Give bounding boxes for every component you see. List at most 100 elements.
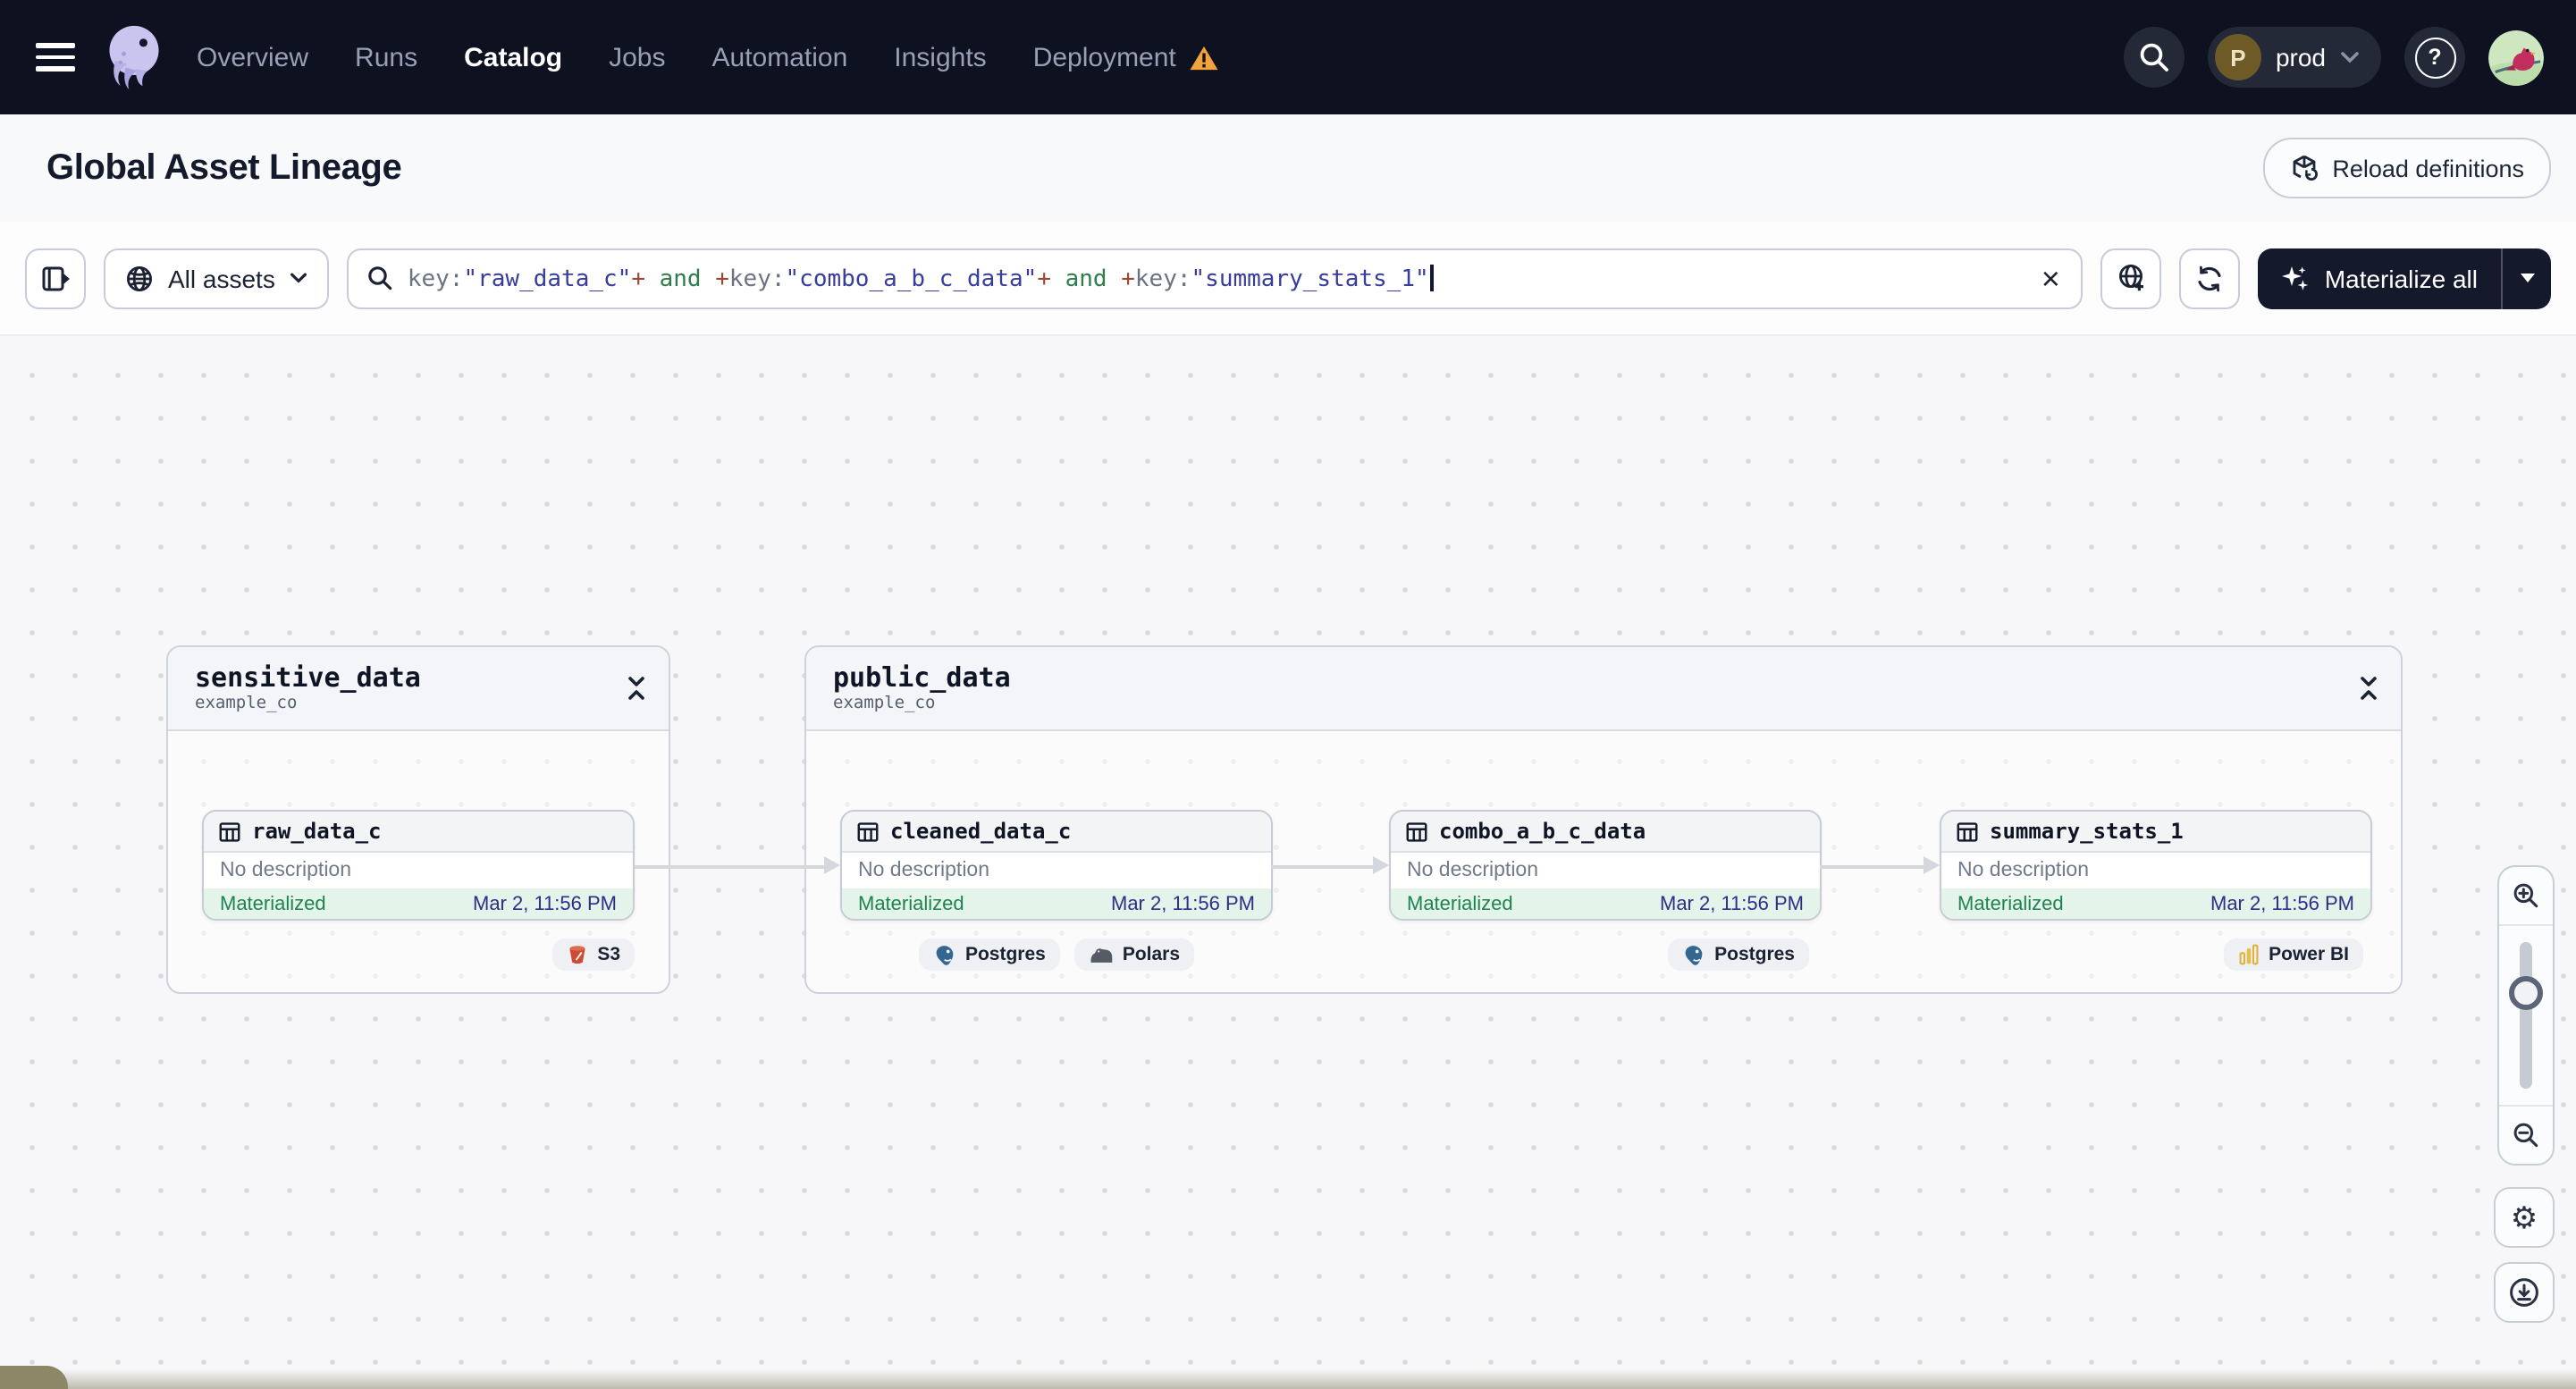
lineage-toolbar: All assets key:"raw_data_c"+ and +key:"c… xyxy=(0,222,2576,336)
asset-tags-summary_stats_1: Power BI xyxy=(1940,939,2372,971)
toggle-sidebar-button[interactable] xyxy=(25,248,86,308)
tag-badge-power-bi: Power BI xyxy=(2224,939,2363,971)
asset-node-combo_a_b_c_data[interactable]: combo_a_b_c_data No description Materializ… xyxy=(1389,810,1822,921)
materialize-all-button[interactable]: Materialize all xyxy=(2259,248,2501,308)
chevron-down-icon xyxy=(290,273,307,283)
search-icon xyxy=(368,266,392,290)
dagster-logo[interactable] xyxy=(100,21,168,93)
asset-description: No description xyxy=(204,853,633,888)
query-token: key: xyxy=(1134,265,1191,292)
query-token: and xyxy=(644,265,716,292)
group-location: example_co xyxy=(833,694,936,714)
table-icon xyxy=(1956,820,1979,843)
page-header: Global Asset Lineage Reload definitions xyxy=(0,114,2576,223)
tag-badge-s3: S3 xyxy=(552,939,635,971)
user-avatar[interactable] xyxy=(2488,29,2544,85)
query-token: "raw_data_c" xyxy=(463,265,632,292)
group-header[interactable]: sensitive_data example_co xyxy=(168,647,669,731)
group-name: public_data xyxy=(833,661,1011,694)
asset-node-cleaned_data_c[interactable]: cleaned_data_c No description Materialized… xyxy=(840,810,1273,921)
zoom-out-button[interactable] xyxy=(2499,1107,2553,1164)
deployment-switcher[interactable]: P prod xyxy=(2207,27,2381,88)
zoom-in-button[interactable] xyxy=(2499,867,2553,924)
lineage-edge-arrowhead xyxy=(1373,856,1389,874)
dagster-app: Overview Runs Catalog Jobs Automation Insight… xyxy=(0,0,2576,1389)
asset-materialized-time: Mar 2, 11:56 PM xyxy=(2210,894,2354,915)
query-token: key: xyxy=(407,265,464,292)
query-token: + xyxy=(631,265,645,292)
power-bi-icon xyxy=(2238,944,2260,965)
asset-status-row: Materialized Mar 2, 11:56 PM xyxy=(1391,888,1820,919)
download-icon xyxy=(2510,1278,2538,1307)
lineage-edge xyxy=(635,864,826,868)
zoom-slider-thumb[interactable] xyxy=(2509,976,2543,1010)
globe-plus-icon xyxy=(2118,264,2143,291)
nav-item-insights[interactable]: Insights xyxy=(894,42,986,72)
help-icon[interactable]: ? xyxy=(2404,27,2465,88)
asset-search-input[interactable]: key:"raw_data_c"+ and +key:"combo_a_b_c_… xyxy=(346,248,2084,308)
collapse-group-icon[interactable] xyxy=(2358,674,2379,703)
nav-right: P prod ? xyxy=(2123,27,2544,88)
nav-item-jobs[interactable]: Jobs xyxy=(609,42,665,72)
download-image-button[interactable] xyxy=(2494,1262,2555,1323)
warning-icon xyxy=(1189,44,1219,71)
table-icon xyxy=(1405,820,1428,843)
lineage-edge-arrowhead xyxy=(824,856,840,874)
materialize-all-label: Materialize all xyxy=(2324,264,2478,292)
group-header[interactable]: public_data example_co xyxy=(806,647,2401,731)
nav-item-overview[interactable]: Overview xyxy=(197,42,308,72)
query-token: key: xyxy=(728,265,786,292)
asset-status-row: Materialized Mar 2, 11:56 PM xyxy=(842,888,1271,919)
search-icon[interactable] xyxy=(2123,27,2185,88)
reload-cube-icon xyxy=(2292,155,2318,181)
query-token: + xyxy=(715,265,729,292)
nav-item-deployment[interactable]: Deployment xyxy=(1033,42,1219,72)
reload-definitions-button[interactable]: Reload definitions xyxy=(2262,138,2551,198)
refresh-button[interactable] xyxy=(2179,248,2241,308)
bottom-left-peek xyxy=(0,1366,68,1389)
asset-materialized-time: Mar 2, 11:56 PM xyxy=(473,894,617,915)
materialize-options-button[interactable] xyxy=(2501,248,2551,308)
lineage-canvas[interactable]: ⚙ sensitive_data example_co public_data exa… xyxy=(0,336,2576,1389)
asset-scope-dropdown[interactable]: All assets xyxy=(104,248,329,308)
collapse-group-icon[interactable] xyxy=(626,674,647,703)
new-catalog-view-button[interactable] xyxy=(2100,248,2162,308)
lineage-edge xyxy=(1270,864,1375,868)
asset-tags-cleaned_data_c: Postgres Polars xyxy=(840,939,1273,971)
refresh-icon xyxy=(2199,265,2222,291)
zoom-slider[interactable] xyxy=(2499,924,2553,1107)
nav-item-catalog[interactable]: Catalog xyxy=(464,42,562,72)
tag-badge-postgres: Postgres xyxy=(918,939,1060,971)
asset-description: No description xyxy=(842,853,1271,888)
graph-settings-button[interactable]: ⚙ xyxy=(2494,1187,2555,1248)
deployment-label: prod xyxy=(2275,43,2326,72)
table-icon xyxy=(218,820,241,843)
globe-icon xyxy=(126,265,153,291)
query-token: and xyxy=(1050,265,1122,292)
s3-icon xyxy=(567,944,588,965)
hamburger-menu-icon[interactable] xyxy=(36,43,75,72)
postgres-icon xyxy=(933,943,956,966)
asset-status-row: Materialized Mar 2, 11:56 PM xyxy=(204,888,633,919)
table-icon xyxy=(856,820,880,843)
nav-item-runs[interactable]: Runs xyxy=(355,42,417,72)
nav-items: Overview Runs Catalog Jobs Automation Insight… xyxy=(197,42,1219,72)
asset-description: No description xyxy=(1391,853,1820,888)
query-token: + xyxy=(1121,265,1135,292)
lineage-edge-arrowhead xyxy=(1924,856,1940,874)
asset-name: summary_stats_1 xyxy=(1990,819,2184,844)
group-name: sensitive_data xyxy=(195,661,421,694)
nav-item-automation[interactable]: Automation xyxy=(712,42,848,72)
asset-status: Materialized xyxy=(1407,894,1513,915)
asset-materialized-time: Mar 2, 11:56 PM xyxy=(1660,894,1804,915)
clear-search-icon[interactable]: × xyxy=(2038,262,2064,294)
postgres-icon xyxy=(1682,943,1705,966)
asset-status: Materialized xyxy=(220,894,326,915)
tag-badge-postgres: Postgres xyxy=(1668,939,1809,971)
asset-description: No description xyxy=(1941,853,2370,888)
asset-status: Materialized xyxy=(858,894,964,915)
asset-node-summary_stats_1[interactable]: summary_stats_1 No description Materialize… xyxy=(1940,810,2372,921)
asset-name: cleaned_data_c xyxy=(890,819,1072,844)
asset-node-raw_data_c[interactable]: raw_data_c No description Materialized Mar … xyxy=(202,810,635,921)
reload-definitions-label: Reload definitions xyxy=(2332,155,2524,181)
